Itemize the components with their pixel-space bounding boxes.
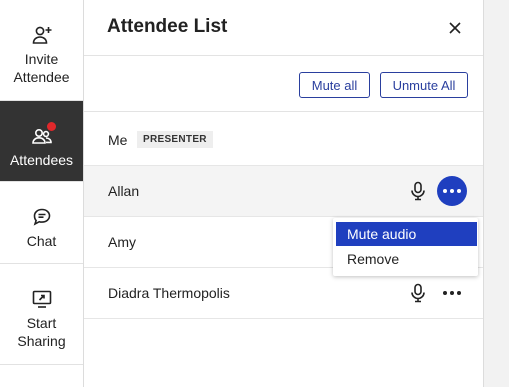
mute-all-button[interactable]: Mute all	[299, 72, 370, 98]
more-icon	[443, 291, 461, 295]
sidebar-rail: Invite Attendee Attendees Chat Start Sha…	[0, 0, 84, 387]
sidebar-item-attendees[interactable]: Attendees	[0, 101, 83, 182]
sidebar-item-label: Sharing	[17, 333, 66, 349]
attendee-name: Diadra Thermopolis	[108, 285, 230, 301]
more-options-button[interactable]	[437, 176, 467, 206]
sidebar-item-label: Start	[26, 315, 57, 331]
close-icon	[449, 22, 461, 34]
more-options-button[interactable]	[437, 278, 467, 308]
presenter-badge: PRESENTER	[137, 131, 213, 148]
attendee-name: Allan	[108, 183, 140, 199]
sidebar-item-label: Invite	[24, 51, 59, 67]
microphone-icon[interactable]	[410, 181, 426, 201]
attendee-toolbar: Mute all Unmute All	[84, 56, 483, 112]
attendee-panel: Attendee List Mute all Unmute All Me PRE…	[84, 0, 484, 387]
menu-item-remove[interactable]: Remove	[336, 247, 477, 271]
add-user-icon	[31, 24, 53, 46]
attendee-name: Me	[108, 132, 128, 148]
share-screen-icon	[31, 288, 53, 310]
sidebar-item-label: Attendee	[13, 69, 70, 85]
sidebar-item-start-sharing[interactable]: Start Sharing	[0, 264, 83, 365]
sidebar-item-chat[interactable]: Chat	[0, 182, 83, 264]
attendee-row-me[interactable]: Me PRESENTER	[84, 115, 483, 166]
sidebar-item-invite-attendee[interactable]: Invite Attendee	[0, 0, 83, 101]
attendee-row-allan[interactable]: Allan	[84, 166, 483, 217]
page-title: Attendee List	[107, 16, 228, 37]
microphone-icon[interactable]	[410, 283, 426, 303]
unmute-all-button[interactable]: Unmute All	[380, 72, 468, 98]
menu-item-mute-audio[interactable]: Mute audio	[336, 222, 477, 246]
chat-icon	[31, 206, 53, 228]
more-icon	[443, 189, 461, 193]
close-button[interactable]	[445, 18, 465, 38]
sidebar-item-label: Chat	[26, 233, 57, 249]
sidebar-item-label: Attendees	[9, 152, 74, 168]
attendee-name: Amy	[108, 234, 136, 250]
notification-badge	[46, 122, 56, 131]
panel-header: Attendee List	[84, 0, 483, 56]
attendee-context-menu: Mute audio Remove	[333, 218, 478, 276]
attendees-icon	[31, 122, 56, 147]
